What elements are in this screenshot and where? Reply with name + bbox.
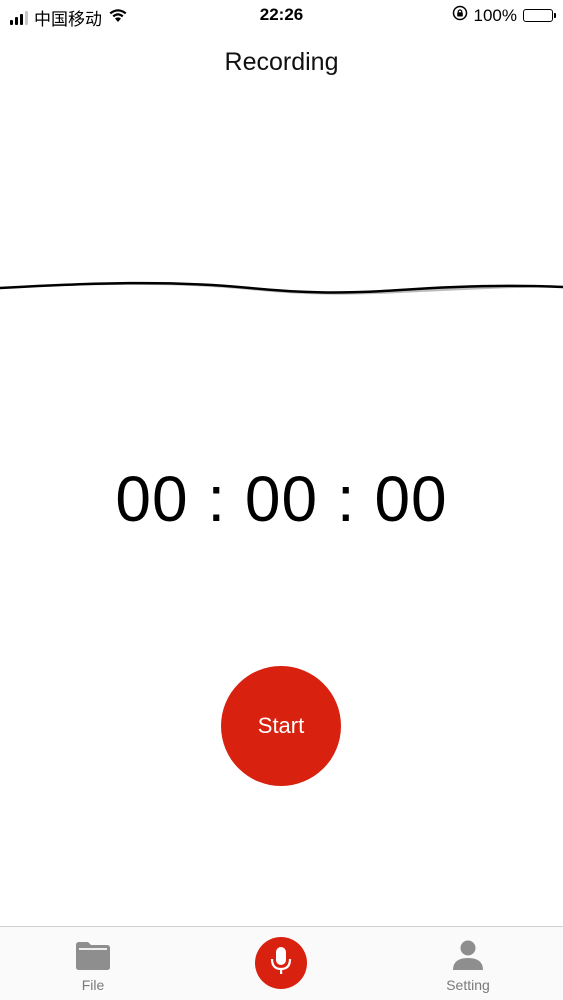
tab-record[interactable] xyxy=(241,927,321,1000)
start-button[interactable]: Start xyxy=(221,666,341,786)
tab-setting-label: Setting xyxy=(446,977,490,993)
person-icon xyxy=(448,937,488,973)
microphone-icon xyxy=(268,945,294,982)
waveform xyxy=(0,281,563,295)
elapsed-timer: 00 : 00 : 00 xyxy=(115,463,448,535)
tab-file[interactable]: File xyxy=(53,927,133,1000)
status-right: 100% xyxy=(452,5,556,26)
battery-percent: 100% xyxy=(473,5,517,25)
recording-screen: 中国移动 22:26 100% Recording 00: 00: 00 S… xyxy=(0,0,563,1000)
battery-icon xyxy=(523,9,556,22)
status-bar: 中国移动 22:26 100% xyxy=(0,0,563,32)
rotation-lock-icon xyxy=(452,5,468,26)
record-tab-circle xyxy=(255,937,307,989)
page-title: Recording xyxy=(224,48,339,76)
tab-setting[interactable]: Setting xyxy=(428,927,508,1000)
folder-icon xyxy=(73,937,113,973)
tab-bar: File Setting xyxy=(0,926,563,1000)
tab-file-label: File xyxy=(81,977,105,993)
